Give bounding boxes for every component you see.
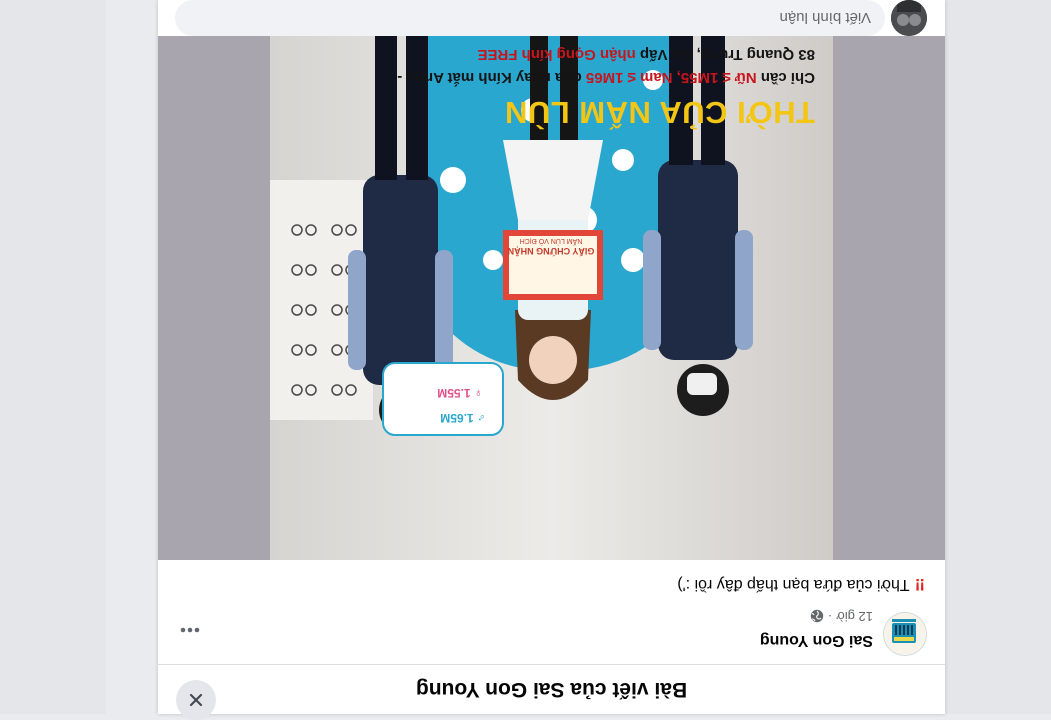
modal-header: Bài viết của Sai Gon Young bbox=[158, 664, 945, 720]
screen: Bài viết của Sai Gon Young Sai Gon Young… bbox=[0, 0, 1051, 720]
certificate-subtitle: NẤM LÙN VÔ ĐỊCH bbox=[519, 237, 583, 244]
more-options-button[interactable] bbox=[172, 612, 208, 648]
line2-highlight: nhận Gọng kính FREE bbox=[477, 46, 636, 63]
post-time[interactable]: 12 giờ bbox=[836, 609, 873, 624]
line1-highlight: Nữ ≤ 1M55, Nam ≤ 1M65 bbox=[585, 69, 757, 86]
line1-prefix: Chỉ cần bbox=[760, 69, 815, 86]
meta-separator: · bbox=[827, 609, 833, 624]
photo-headline: THỜI CỦA NẤM LÙN bbox=[504, 95, 815, 130]
more-horizontal-icon bbox=[180, 627, 200, 633]
photo-line-1: Chỉ cần Nữ ≤ 1M55, Nam ≤ 1M65 qua ngay K… bbox=[397, 69, 815, 86]
height-female-label: ♀ 1.55M bbox=[437, 386, 483, 400]
comment-input[interactable]: Viết bình luận bbox=[175, 0, 885, 36]
post-modal: Bài viết của Sai Gon Young Sai Gon Young… bbox=[158, 0, 945, 720]
line1-suffix: qua ngay Kính mắt Anna - bbox=[397, 69, 582, 86]
author-avatar[interactable] bbox=[883, 612, 927, 656]
post-meta: 12 giờ · bbox=[810, 609, 873, 624]
globe-icon bbox=[810, 610, 824, 623]
current-user-avatar[interactable] bbox=[891, 0, 927, 36]
close-button[interactable] bbox=[176, 680, 216, 720]
comment-placeholder: Viết bình luận bbox=[779, 9, 871, 27]
certificate-title: GIẤY CHỨNG NHẬN bbox=[507, 246, 595, 256]
photo-line-2: 83 Quang Trung, Gò Vấp nhận Gọng kính FR… bbox=[477, 46, 815, 63]
post-caption: Thời của đứa bạn thấp đây rồi :') bbox=[677, 576, 910, 593]
user-avatar-image bbox=[891, 0, 927, 36]
backdrop-left bbox=[945, 0, 1051, 714]
backdrop-right bbox=[0, 0, 106, 714]
post-text: !! Thời của đứa bạn thấp đây rồi :') bbox=[677, 574, 925, 594]
line2-prefix: 83 Quang Trung, Gò Vấp bbox=[639, 46, 815, 63]
photo-viewer: GIẤY CHỨNG NHẬN NẤM LÙN VÔ ĐỊCH ♂ 1.65M … bbox=[158, 36, 945, 560]
modal-title: Bài viết của Sai Gon Young bbox=[415, 678, 688, 701]
avatar-image bbox=[883, 612, 926, 655]
height-male-label: ♂ 1.65M bbox=[440, 411, 486, 425]
close-icon bbox=[189, 693, 203, 707]
author-name[interactable]: Sai Gon Young bbox=[760, 631, 873, 649]
double-exclamation-emoji: !! bbox=[915, 575, 925, 594]
comment-bar: Viết bình luận bbox=[158, 0, 945, 36]
post-photo[interactable]: GIẤY CHỨNG NHẬN NẤM LÙN VÔ ĐỊCH ♂ 1.65M … bbox=[270, 36, 833, 560]
post-header: Sai Gon Young 12 giờ · !! Thời của đứa b… bbox=[158, 560, 945, 664]
